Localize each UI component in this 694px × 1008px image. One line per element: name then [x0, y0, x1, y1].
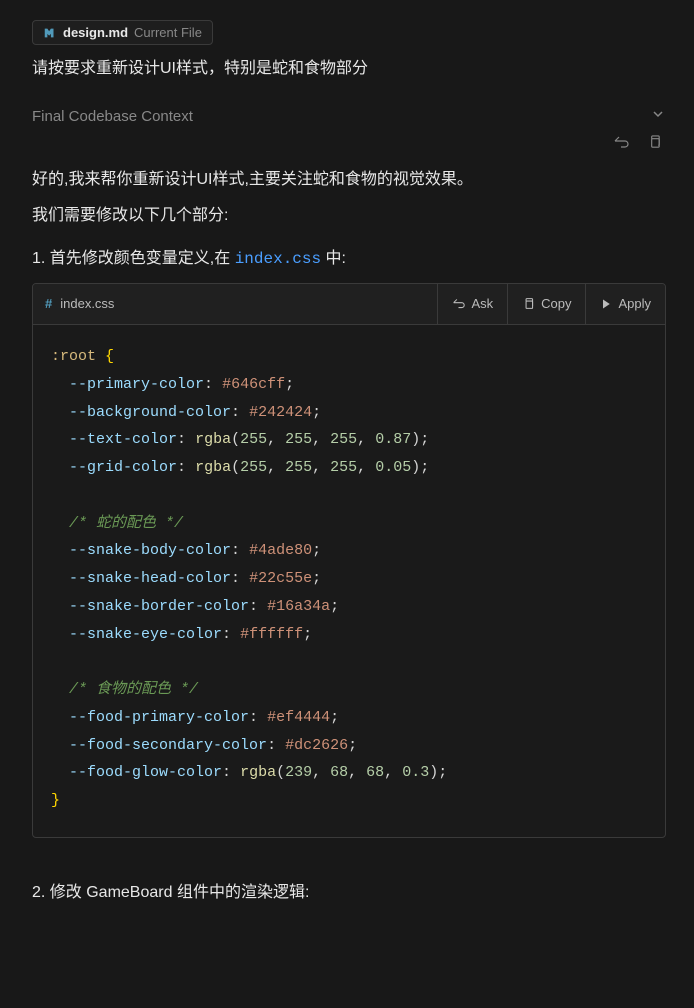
apply-button[interactable]: Apply [585, 284, 665, 324]
file-chip-suffix: Current File [134, 25, 202, 40]
ask-button[interactable]: Ask [437, 284, 507, 324]
context-header-label: Final Codebase Context [32, 108, 193, 125]
code-block-header: # index.css Ask Copy Apply [33, 284, 665, 325]
response-actions [32, 134, 666, 153]
code-block: # index.css Ask Copy Apply [32, 283, 666, 838]
code-block-filename: # index.css [33, 284, 126, 324]
chat-panel: design.md Current File 请按要求重新设计UI样式，特别是蛇… [0, 0, 694, 933]
css-file-icon: # [45, 292, 52, 316]
file-chip[interactable]: design.md Current File [32, 20, 213, 45]
chevron-down-icon [650, 106, 666, 126]
step-1: 1. 首先修改颜色变量定义,在 index.css 中: [32, 244, 666, 275]
markdown-icon [43, 26, 57, 40]
context-header[interactable]: Final Codebase Context [32, 106, 666, 126]
inline-file-ref[interactable]: index.css [235, 250, 321, 268]
response-line: 我们需要修改以下几个部分: [32, 201, 666, 231]
assistant-response: 好的,我来帮你重新设计UI样式,主要关注蛇和食物的视觉效果。 我们需要修改以下几… [32, 165, 666, 907]
copy-button[interactable]: Copy [507, 284, 585, 324]
copy-response-icon[interactable] [647, 134, 662, 153]
file-chip-name: design.md [63, 25, 128, 40]
retry-icon[interactable] [613, 134, 629, 153]
response-line: 好的,我来帮你重新设计UI样式,主要关注蛇和食物的视觉效果。 [32, 165, 666, 195]
user-prompt: 请按要求重新设计UI样式，特别是蛇和食物部分 [32, 55, 666, 82]
step-2: 2. 修改 GameBoard 组件中的渲染逻辑: [32, 878, 666, 908]
code-content[interactable]: :root { --primary-color: #646cff; --back… [33, 325, 665, 837]
